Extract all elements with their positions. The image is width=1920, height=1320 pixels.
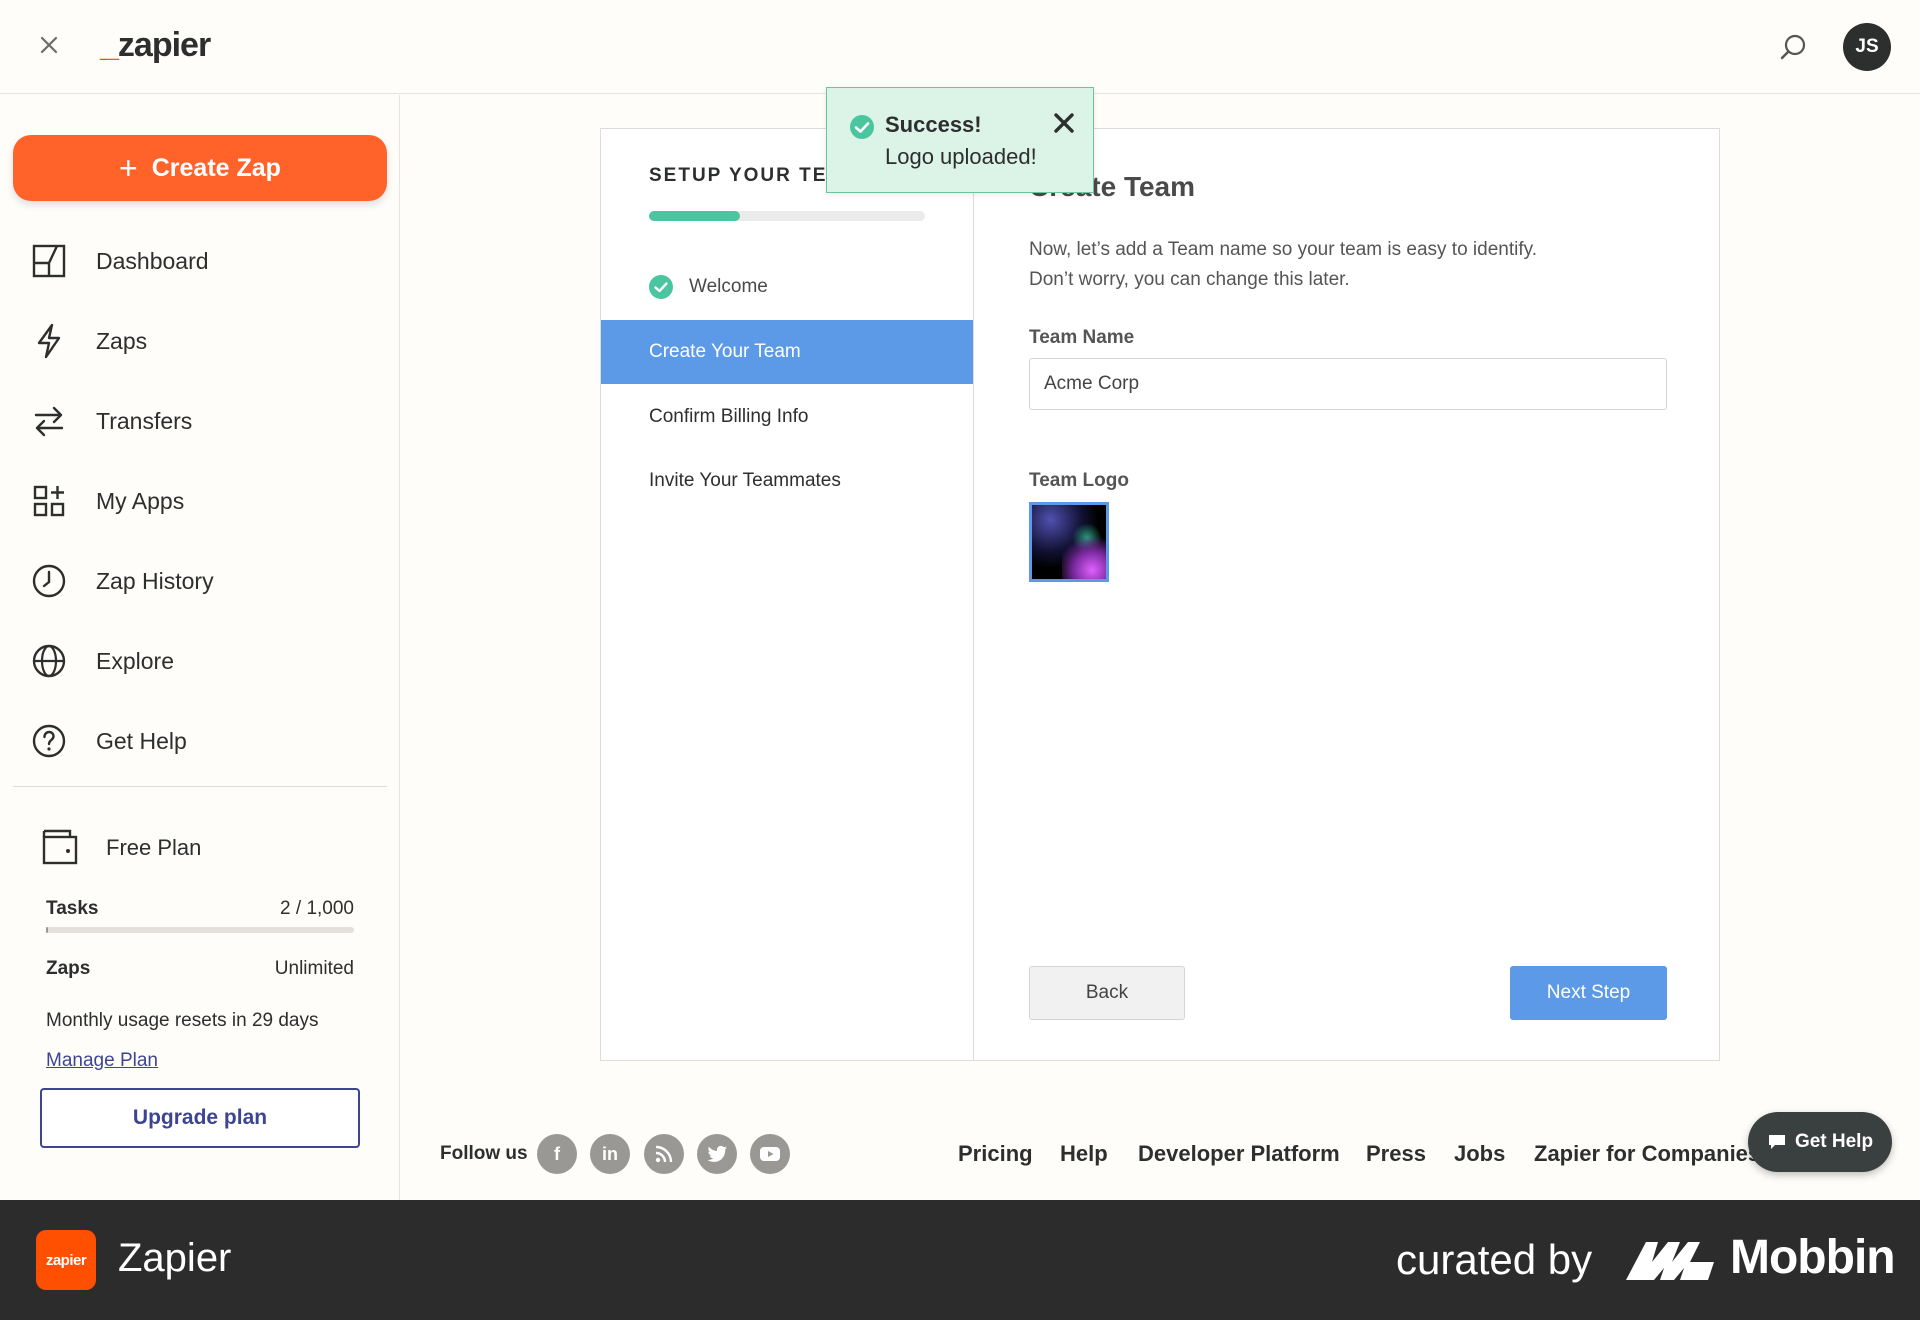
success-toast: Success! Logo uploaded! — [826, 87, 1094, 193]
form-description-line: Don’t worry, you can change this later. — [1029, 269, 1350, 290]
footer-link-zapier-for-companies[interactable]: Zapier for Companies — [1534, 1141, 1760, 1167]
rss-icon[interactable] — [644, 1134, 684, 1174]
step-invite-your-teammates[interactable]: Invite Your Teammates — [601, 449, 973, 513]
apps-grid-icon — [28, 480, 70, 522]
linkedin-glyph: in — [602, 1143, 618, 1164]
next-step-button[interactable]: Next Step — [1510, 966, 1667, 1020]
toast-close-icon[interactable] — [1051, 110, 1077, 136]
setup-progress-bar — [649, 211, 925, 221]
sidebar-item-transfers[interactable]: Transfers — [0, 391, 400, 451]
sidebar-item-explore[interactable]: Explore — [0, 631, 400, 691]
zapier-app-icon: zapier — [36, 1230, 96, 1290]
team-name-input[interactable] — [1029, 358, 1667, 410]
youtube-icon[interactable] — [750, 1134, 790, 1174]
close-icon[interactable] — [36, 32, 62, 58]
sidebar-item-zap-history[interactable]: Zap History — [0, 551, 400, 611]
tasks-usage-bar — [46, 927, 354, 933]
facebook-glyph: f — [554, 1143, 560, 1164]
sidebar-item-label: Dashboard — [96, 247, 209, 274]
step-label: Confirm Billing Info — [649, 406, 809, 427]
sidebar-item-label: My Apps — [96, 487, 185, 514]
twitter-glyph — [707, 1145, 727, 1162]
curated-by-text: curated by — [1396, 1236, 1593, 1283]
step-label: Create Your Team — [649, 341, 801, 362]
mobbin-brand: Mobbin — [1730, 1231, 1896, 1284]
setup-card: SETUP YOUR TEAM Welcome Create Your Team… — [600, 128, 1720, 1061]
step-create-your-team[interactable]: Create Your Team — [601, 320, 973, 384]
app-name: Zapier — [118, 1236, 232, 1280]
sidebar-item-label: Zap History — [96, 567, 214, 594]
plan-title: Free Plan — [106, 835, 202, 860]
form-description-line: Now, let’s add a Team name so your team … — [1029, 239, 1537, 260]
back-button[interactable]: Back — [1029, 966, 1185, 1020]
toast-message: Logo uploaded! — [885, 144, 1037, 169]
upgrade-plan-button[interactable]: Upgrade plan — [40, 1088, 360, 1148]
plan-wallet-icon — [42, 829, 78, 865]
sidebar-divider — [13, 786, 387, 787]
check-circle-icon — [649, 275, 673, 299]
tasks-label: Tasks — [46, 898, 99, 919]
get-help-label: Get Help — [1794, 1131, 1874, 1152]
follow-us-label: Follow us — [440, 1143, 528, 1164]
setup-steps-panel: SETUP YOUR TEAM Welcome Create Your Team… — [601, 129, 974, 1060]
mobbin-logo-icon — [1626, 1242, 1714, 1280]
twitter-icon[interactable] — [697, 1134, 737, 1174]
clock-icon — [28, 560, 70, 602]
tasks-usage-row: Tasks 2 / 1,000 — [46, 898, 354, 920]
step-label: Invite Your Teammates — [649, 470, 841, 491]
sidebar-item-label: Get Help — [96, 727, 187, 754]
zapier-logo[interactable]: _zapier — [100, 26, 211, 65]
sidebar-item-label: Transfers — [96, 407, 193, 434]
sidebar-item-my-apps[interactable]: My Apps — [0, 471, 400, 531]
logo-gradient — [1062, 535, 1106, 579]
team-name-label: Team Name — [1029, 327, 1135, 348]
sidebar-item-get-help[interactable]: Get Help — [0, 711, 400, 771]
create-zap-label: Create Zap — [151, 153, 281, 182]
step-welcome[interactable]: Welcome — [601, 255, 973, 319]
manage-plan-link[interactable]: Manage Plan — [46, 1050, 158, 1072]
bottom-banner: zapier Zapier curated by Mobbin — [0, 1200, 1920, 1320]
get-help-floating-button[interactable]: Get Help — [1748, 1112, 1892, 1172]
toast-title: Success! — [885, 112, 982, 137]
transfer-arrows-icon — [28, 400, 70, 442]
linkedin-icon[interactable]: in — [590, 1134, 630, 1174]
search-icon[interactable] — [1778, 32, 1808, 62]
sidebar: + Create Zap Dashboard Zaps Transfers My… — [0, 95, 400, 1200]
footer-link-help[interactable]: Help — [1060, 1141, 1108, 1167]
zaps-usage-row: Zaps Unlimited — [46, 958, 354, 980]
setup-progress-fill — [649, 211, 741, 221]
sidebar-item-zaps[interactable]: Zaps — [0, 311, 400, 371]
footer-link-developer-platform[interactable]: Developer Platform — [1138, 1141, 1340, 1167]
zaps-value: Unlimited — [274, 958, 354, 979]
facebook-icon[interactable]: f — [537, 1134, 577, 1174]
sidebar-item-label: Zaps — [96, 327, 148, 354]
help-circle-icon — [28, 720, 70, 762]
step-label: Welcome — [689, 276, 768, 297]
chat-bubble-icon — [1768, 1135, 1785, 1149]
footer-link-press[interactable]: Press — [1366, 1141, 1426, 1167]
form-description: Now, let’s add a Team name so your team … — [1029, 235, 1629, 295]
create-team-form: Create Team Now, let’s add a Team name s… — [974, 129, 1719, 1060]
youtube-glyph — [760, 1147, 780, 1161]
sidebar-item-dashboard[interactable]: Dashboard — [0, 231, 400, 291]
team-logo-label: Team Logo — [1029, 470, 1129, 491]
top-bar: _zapier JS — [0, 0, 1920, 94]
footer-link-jobs[interactable]: Jobs — [1454, 1141, 1505, 1167]
globe-icon — [28, 640, 70, 682]
dashboard-icon — [28, 240, 70, 282]
sidebar-item-label: Explore — [96, 647, 174, 674]
plus-icon: + — [119, 150, 138, 186]
rss-glyph — [655, 1145, 673, 1163]
lightning-icon — [28, 320, 70, 362]
avatar[interactable]: JS — [1843, 23, 1891, 71]
step-confirm-billing-info[interactable]: Confirm Billing Info — [601, 385, 973, 449]
tasks-value: 2 / 1,000 — [280, 898, 354, 919]
tasks-usage-fill — [46, 927, 49, 933]
usage-resets-text: Monthly usage resets in 29 days — [46, 1010, 319, 1031]
create-zap-button[interactable]: + Create Zap — [13, 135, 387, 201]
team-logo-image[interactable] — [1029, 502, 1109, 582]
check-circle-icon — [850, 115, 874, 139]
zaps-label: Zaps — [46, 958, 91, 979]
footer-link-pricing[interactable]: Pricing — [958, 1141, 1033, 1167]
